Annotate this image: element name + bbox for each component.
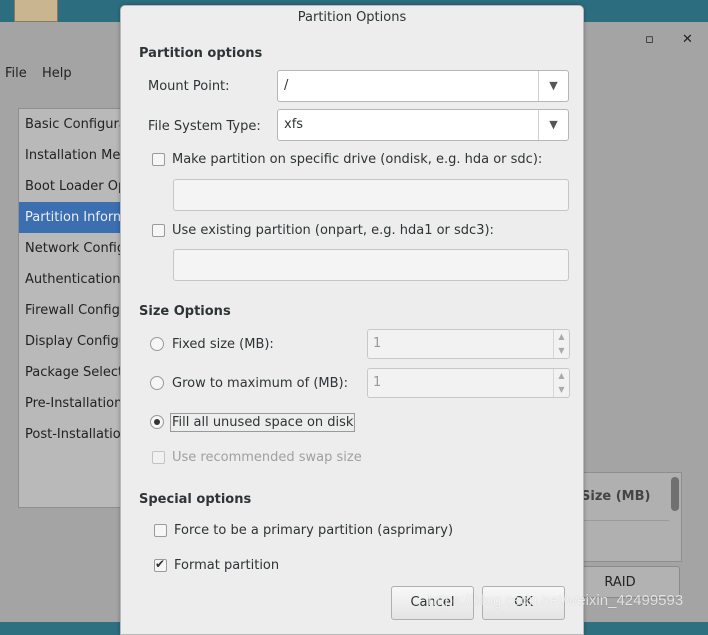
section-heading: Size Options bbox=[139, 304, 231, 319]
close-button[interactable]: ✕ bbox=[682, 32, 693, 47]
primary-label: Force to be a primary partition (asprima… bbox=[174, 523, 454, 538]
watermark: https://blog.csdn.net/weixin_42499593 bbox=[428, 592, 684, 609]
menu-help[interactable]: Help bbox=[42, 66, 72, 81]
mount-point-label: Mount Point: bbox=[148, 79, 230, 94]
spin-arrows-icon[interactable]: ▲ ▼ bbox=[553, 369, 569, 397]
partition-options-dialog: Partition Options Partition options Moun… bbox=[120, 5, 584, 635]
ondisk-checkbox[interactable] bbox=[152, 153, 165, 166]
swap-label: Use recommended swap size bbox=[172, 450, 362, 465]
fs-type-label: File System Type: bbox=[148, 119, 261, 134]
scrollbar[interactable] bbox=[671, 477, 679, 511]
primary-checkbox[interactable] bbox=[154, 524, 167, 537]
fill-radio[interactable] bbox=[150, 415, 164, 429]
chevron-down-icon[interactable]: ▼ bbox=[538, 71, 568, 101]
ondisk-label: Make partition on specific drive (ondisk… bbox=[172, 152, 543, 167]
fill-label: Fill all unused space on disk bbox=[169, 413, 356, 432]
section-heading: Special options bbox=[139, 492, 252, 507]
fixed-size-radio[interactable] bbox=[150, 337, 164, 351]
swap-checkbox[interactable] bbox=[152, 451, 165, 464]
fixed-size-spinner[interactable]: 1 ▲ ▼ bbox=[367, 329, 570, 359]
fs-type-combo[interactable]: xfs ▼ bbox=[277, 109, 569, 141]
ondisk-input[interactable] bbox=[173, 179, 569, 211]
grow-radio[interactable] bbox=[150, 376, 164, 390]
onpart-checkbox[interactable] bbox=[152, 224, 165, 237]
onpart-label: Use existing partition (onpart, e.g. hda… bbox=[172, 223, 494, 238]
dialog-title: Partition Options bbox=[297, 10, 407, 25]
format-label: Format partition bbox=[174, 558, 280, 573]
spin-arrows-icon[interactable]: ▲ ▼ bbox=[553, 330, 569, 358]
fixed-size-label: Fixed size (MB): bbox=[172, 337, 274, 352]
folder-icon[interactable] bbox=[14, 0, 58, 22]
maximize-button[interactable]: ▫ bbox=[645, 32, 654, 47]
mount-point-combo[interactable]: / ▼ bbox=[277, 70, 569, 102]
menu-file[interactable]: File bbox=[5, 66, 27, 81]
onpart-input[interactable] bbox=[173, 249, 569, 281]
chevron-down-icon[interactable]: ▼ bbox=[538, 110, 568, 140]
section-heading: Partition options bbox=[139, 46, 263, 61]
grow-spinner[interactable]: 1 ▲ ▼ bbox=[367, 368, 570, 398]
grow-label: Grow to maximum of (MB): bbox=[172, 376, 348, 391]
format-checkbox[interactable] bbox=[154, 557, 167, 572]
